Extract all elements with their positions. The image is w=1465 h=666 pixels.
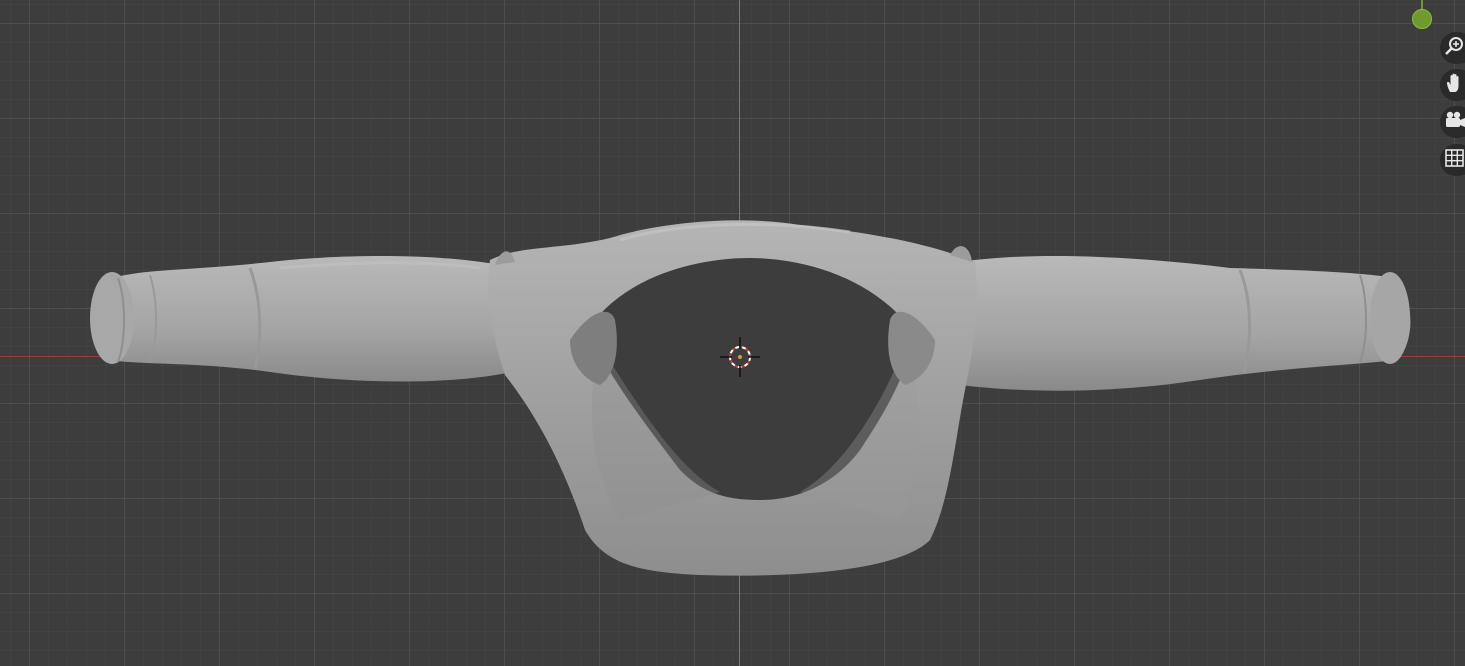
camera-view-button[interactable]: [1440, 106, 1465, 138]
pan-button[interactable]: [1440, 69, 1465, 101]
3d-cursor[interactable]: [720, 337, 760, 377]
grid-ortho-icon: [1444, 147, 1465, 173]
3d-viewport[interactable]: [0, 0, 1465, 666]
zoom-icon: [1444, 35, 1465, 61]
ortho-grid-button[interactable]: [1440, 144, 1465, 176]
hand-pan-icon: [1444, 72, 1465, 98]
sculpt-mesh-model[interactable]: [0, 0, 1465, 666]
gizmo-y-axis-line: [1421, 0, 1423, 9]
zoom-button[interactable]: [1440, 32, 1465, 64]
gizmo-y-axis-handle[interactable]: [1412, 9, 1432, 29]
camera-icon: [1444, 109, 1465, 135]
